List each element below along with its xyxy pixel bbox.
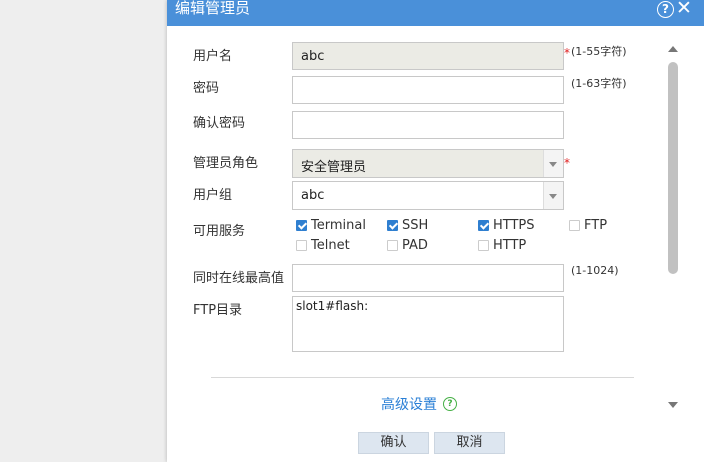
checkbox-icon (478, 240, 489, 251)
username-required-mark: * (564, 46, 570, 60)
password-field[interactable] (292, 76, 564, 104)
ftp-dir-textarea[interactable]: slot1#flash: (292, 296, 564, 352)
checkbox-icon (387, 220, 398, 231)
service-label: Terminal (311, 218, 366, 233)
service-pad-checkbox[interactable]: PAD (387, 238, 428, 253)
role-required-mark: * (564, 156, 570, 170)
password-hint: (1-63字符) (571, 77, 627, 90)
service-label: SSH (402, 218, 429, 233)
service-label: Telnet (311, 238, 350, 253)
max-online-label: 同时在线最高值 (193, 271, 285, 286)
scrollbar-thumb[interactable] (668, 62, 678, 274)
service-ssh-checkbox[interactable]: SSH (387, 218, 428, 233)
chevron-down-icon (543, 150, 563, 177)
confirm-password-field[interactable] (292, 111, 564, 139)
service-label: PAD (402, 238, 428, 253)
help-icon[interactable]: ? (657, 1, 674, 18)
service-label: HTTPS (493, 218, 535, 233)
service-http-checkbox[interactable]: HTTP (478, 238, 526, 253)
role-select[interactable]: 安全管理员 (292, 149, 564, 178)
max-online-field[interactable] (292, 264, 564, 292)
checkbox-icon (569, 220, 580, 231)
ftp-dir-label: FTP目录 (193, 303, 243, 318)
help-circle-icon[interactable]: ? (443, 397, 457, 411)
user-group-value: abc (301, 188, 325, 203)
ftp-dir-value: slot1#flash: (296, 299, 369, 313)
chevron-down-icon (543, 182, 563, 209)
service-label: HTTP (493, 238, 527, 253)
service-label: FTP (584, 218, 608, 233)
role-value: 安全管理员 (301, 160, 367, 175)
password-label: 密码 (193, 81, 220, 96)
username-hint: (1-55字符) (571, 45, 627, 58)
scroll-down-arrow-icon[interactable] (668, 402, 678, 408)
close-icon[interactable]: ✕ (676, 0, 692, 18)
cancel-button[interactable]: 取消 (434, 432, 505, 454)
divider (211, 377, 634, 378)
service-https-checkbox[interactable]: HTTPS (478, 218, 535, 233)
confirm-password-label: 确认密码 (193, 116, 246, 131)
role-label: 管理员角色 (193, 156, 259, 171)
edit-admin-dialog: 编辑管理员 ? ✕ 用户名 abc * (1-55字符) 密码 (1-63字符)… (167, 0, 704, 462)
dialog-title: 编辑管理员 (175, 0, 251, 17)
confirm-button[interactable]: 确认 (358, 432, 429, 454)
user-group-label: 用户组 (193, 188, 233, 203)
service-telnet-checkbox[interactable]: Telnet (296, 238, 350, 253)
username-label: 用户名 (193, 49, 233, 64)
checkbox-icon (387, 240, 398, 251)
username-value: abc (301, 49, 325, 64)
service-ftp-checkbox[interactable]: FTP (569, 218, 607, 233)
checkbox-icon (296, 220, 307, 231)
advanced-settings-link[interactable]: 高级设置 (381, 394, 437, 414)
checkbox-icon (478, 220, 489, 231)
user-group-select[interactable]: abc (292, 181, 564, 210)
service-terminal-checkbox[interactable]: Terminal (296, 218, 366, 233)
checkbox-icon (296, 240, 307, 251)
username-field: abc (292, 42, 564, 70)
dialog-titlebar: 编辑管理员 ? ✕ (167, 0, 704, 26)
services-label: 可用服务 (193, 224, 246, 239)
max-online-hint: (1-1024) (571, 264, 619, 277)
scroll-up-arrow-icon[interactable] (668, 46, 678, 52)
